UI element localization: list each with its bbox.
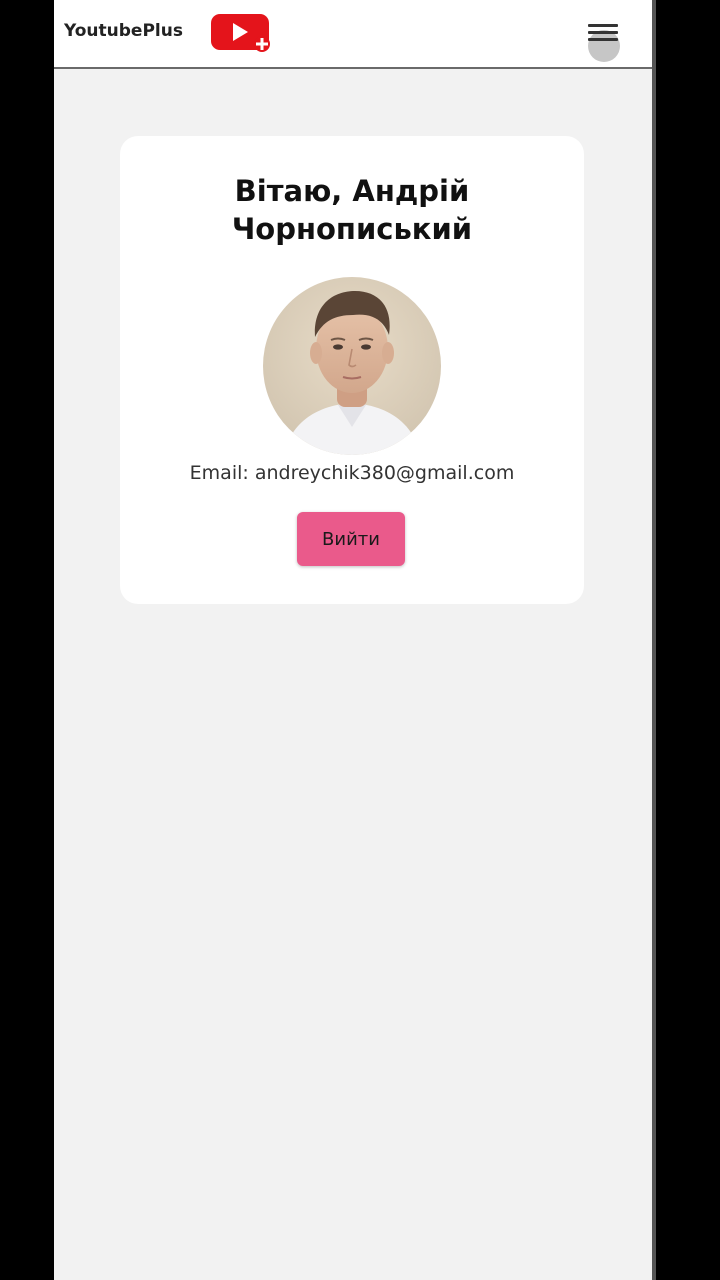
hamburger-menu-icon[interactable] [582,16,624,62]
menu-bar-line [588,31,618,34]
email-text: Email: andreychik380@gmail.com [189,462,515,484]
brand-name[interactable]: YoutubePlus [64,21,183,41]
user-avatar [263,277,441,455]
menu-bar-line [588,38,618,41]
app-screen: YoutubePlus Вітаю, Андрій Чорнописький E… [54,0,652,1280]
profile-card: Вітаю, Андрій Чорнописький Email: andrey… [120,136,584,604]
screen-edge-divider [652,0,656,1280]
greeting-title: Вітаю, Андрій Чорнописький [231,174,473,246]
logout-button[interactable]: Вийти [297,512,405,566]
menu-press-highlight [588,30,620,62]
top-navbar: YoutubePlus [54,0,652,69]
menu-bar-line [588,24,618,27]
youtube-plus-logo-icon[interactable] [211,13,271,53]
